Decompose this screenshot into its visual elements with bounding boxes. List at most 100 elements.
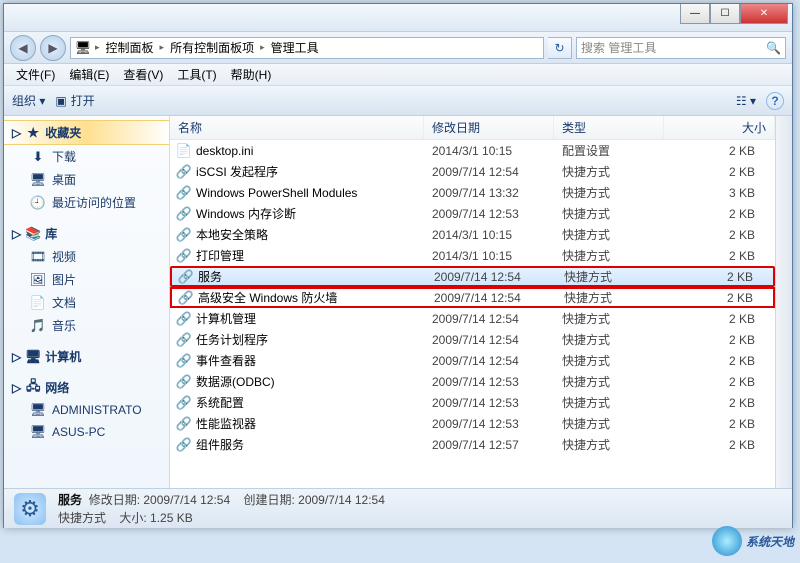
shortcut-icon: 🔗 — [176, 437, 192, 453]
crumb-all-items[interactable]: 所有控制面板项 — [168, 39, 256, 56]
table-row[interactable]: 🔗计算机管理2009/7/14 12:54快捷方式2 KB — [170, 308, 775, 329]
pc-icon: 🖥 — [30, 402, 46, 418]
column-type[interactable]: 类型 — [554, 116, 664, 139]
file-size: 3 KB — [664, 186, 775, 200]
shortcut-icon: 🔗 — [176, 332, 192, 348]
address-bar: ◀ ▶ 🖥 ▸ 控制面板 ▸ 所有控制面板项 ▸ 管理工具 ↻ 搜索 管理工具 … — [4, 32, 792, 64]
shortcut-icon: 🔗 — [176, 227, 192, 243]
sidebar-libraries[interactable]: ▷ 📚 库 — [4, 222, 169, 245]
table-row[interactable]: 📄desktop.ini2014/3/1 10:15配置设置2 KB — [170, 140, 775, 161]
table-row[interactable]: 🔗高级安全 Windows 防火墙2009/7/14 12:54快捷方式2 KB — [170, 287, 775, 308]
shortcut-icon: 🔗 — [176, 311, 192, 327]
breadcrumb[interactable]: 🖥 ▸ 控制面板 ▸ 所有控制面板项 ▸ 管理工具 — [70, 37, 544, 59]
sidebar-item-music[interactable]: 🎵音乐 — [4, 314, 169, 337]
shortcut-icon: 🔗 — [176, 206, 192, 222]
search-placeholder: 搜索 管理工具 — [581, 39, 766, 56]
column-size[interactable]: 大小 — [664, 116, 775, 139]
search-input[interactable]: 搜索 管理工具 🔍 — [576, 37, 786, 59]
table-row[interactable]: 🔗打印管理2014/3/1 10:15快捷方式2 KB — [170, 245, 775, 266]
file-date: 2014/3/1 10:15 — [424, 228, 554, 242]
file-type: 快捷方式 — [554, 184, 664, 201]
file-type: 快捷方式 — [554, 415, 664, 432]
menu-help[interactable]: 帮助(H) — [225, 64, 278, 85]
titlebar: — ☐ ✕ — [4, 4, 792, 32]
table-row[interactable]: 🔗Windows PowerShell Modules2009/7/14 13:… — [170, 182, 775, 203]
pc-icon: 🖥 — [30, 424, 46, 440]
file-date: 2009/7/14 12:54 — [424, 312, 554, 326]
file-size: 2 KB — [664, 438, 775, 452]
view-mode-button[interactable]: ☷ ▾ — [736, 94, 756, 108]
table-row[interactable]: 🔗iSCSI 发起程序2009/7/14 12:54快捷方式2 KB — [170, 161, 775, 182]
sidebar-item-administrator[interactable]: 🖥ADMINISTRATO — [4, 399, 169, 421]
sidebar-item-desktop[interactable]: 🖥桌面 — [4, 168, 169, 191]
sidebar-network[interactable]: ▷ 🖧 网络 — [4, 376, 169, 399]
table-row[interactable]: 🔗组件服务2009/7/14 12:57快捷方式2 KB — [170, 434, 775, 455]
vertical-scrollbar[interactable] — [775, 116, 792, 488]
sidebar-item-downloads[interactable]: ⬇下载 — [4, 145, 169, 168]
star-icon: ★ — [25, 125, 41, 141]
shortcut-icon: 🔗 — [176, 353, 192, 369]
sidebar-computer[interactable]: ▷ 🖥 计算机 — [4, 345, 169, 368]
minimize-button[interactable]: — — [680, 4, 710, 24]
file-type: 快捷方式 — [554, 205, 664, 222]
sidebar-item-recent[interactable]: 🕘最近访问的位置 — [4, 191, 169, 214]
desktop-icon: 🖥 — [30, 172, 46, 188]
sidebar-item-videos[interactable]: 🎞视频 — [4, 245, 169, 268]
column-date[interactable]: 修改日期 — [424, 116, 554, 139]
file-type: 配置设置 — [554, 142, 664, 159]
watermark: 系统天地 — [712, 526, 794, 556]
table-row[interactable]: 🔗服务2009/7/14 12:54快捷方式2 KB — [170, 266, 775, 287]
table-row[interactable]: 🔗任务计划程序2009/7/14 12:54快捷方式2 KB — [170, 329, 775, 350]
table-row[interactable]: 🔗Windows 内存诊断2009/7/14 12:53快捷方式2 KB — [170, 203, 775, 224]
refresh-button[interactable]: ↻ — [548, 37, 572, 59]
table-row[interactable]: 🔗系统配置2009/7/14 12:53快捷方式2 KB — [170, 392, 775, 413]
organize-button[interactable]: 组织 ▾ — [12, 92, 45, 109]
open-button[interactable]: ▣ 打开 — [55, 92, 94, 109]
file-name: desktop.ini — [196, 144, 253, 158]
file-name: 服务 — [198, 268, 222, 285]
sidebar-item-asus-pc[interactable]: 🖥ASUS-PC — [4, 421, 169, 443]
close-button[interactable]: ✕ — [740, 4, 788, 24]
table-row[interactable]: 🔗性能监视器2009/7/14 12:53快捷方式2 KB — [170, 413, 775, 434]
file-size: 2 KB — [664, 396, 775, 410]
open-icon: ▣ — [55, 94, 66, 108]
back-button[interactable]: ◀ — [10, 35, 36, 61]
file-date: 2009/7/14 12:53 — [424, 417, 554, 431]
sidebar-favorites[interactable]: ▷ ★ 收藏夹 — [4, 120, 169, 145]
column-name[interactable]: 名称 — [170, 116, 424, 139]
file-type: 快捷方式 — [554, 247, 664, 264]
video-icon: 🎞 — [30, 249, 46, 265]
shortcut-icon: 🔗 — [178, 269, 194, 285]
shortcut-icon: 🔗 — [176, 395, 192, 411]
file-size: 2 KB — [664, 249, 775, 263]
chevron-right-icon: ▷ — [12, 126, 21, 140]
file-type: 快捷方式 — [556, 268, 666, 285]
chevron-right-icon: ▷ — [12, 227, 21, 241]
globe-icon — [712, 526, 742, 556]
shortcut-icon: 🔗 — [176, 374, 192, 390]
file-type: 快捷方式 — [556, 289, 666, 306]
shortcut-icon: 🔗 — [176, 185, 192, 201]
file-size: 2 KB — [664, 333, 775, 347]
file-date: 2014/3/1 10:15 — [424, 249, 554, 263]
crumb-admin-tools[interactable]: 管理工具 — [269, 39, 321, 56]
sidebar-item-pictures[interactable]: 🖼图片 — [4, 268, 169, 291]
sidebar-item-documents[interactable]: 📄文档 — [4, 291, 169, 314]
table-row[interactable]: 🔗数据源(ODBC)2009/7/14 12:53快捷方式2 KB — [170, 371, 775, 392]
menu-file[interactable]: 文件(F) — [10, 64, 61, 85]
table-row[interactable]: 🔗本地安全策略2014/3/1 10:15快捷方式2 KB — [170, 224, 775, 245]
maximize-button[interactable]: ☐ — [710, 4, 740, 24]
forward-button[interactable]: ▶ — [40, 35, 66, 61]
column-headers: 名称 修改日期 类型 大小 — [170, 116, 775, 140]
help-button[interactable]: ? — [766, 92, 784, 110]
menu-tools[interactable]: 工具(T) — [171, 64, 222, 85]
chevron-right-icon: ▷ — [12, 381, 21, 395]
menu-view[interactable]: 查看(V) — [117, 64, 169, 85]
menu-edit[interactable]: 编辑(E) — [63, 64, 115, 85]
crumb-control-panel[interactable]: 控制面板 — [104, 39, 156, 56]
explorer-window: — ☐ ✕ ◀ ▶ 🖥 ▸ 控制面板 ▸ 所有控制面板项 ▸ 管理工具 ↻ 搜索… — [3, 3, 793, 528]
file-name: 打印管理 — [196, 247, 244, 264]
file-name: 系统配置 — [196, 394, 244, 411]
file-size: 2 KB — [666, 270, 773, 284]
table-row[interactable]: 🔗事件查看器2009/7/14 12:54快捷方式2 KB — [170, 350, 775, 371]
